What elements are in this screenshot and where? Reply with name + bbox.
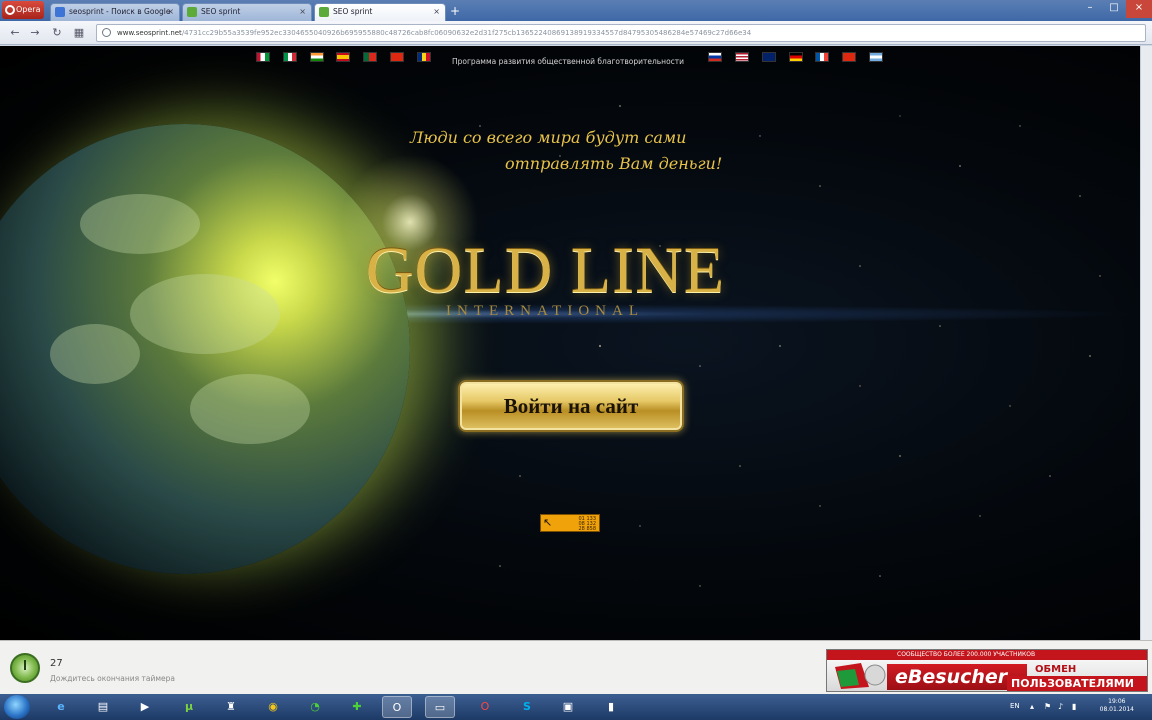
planet-cloud [130, 274, 280, 354]
planet-cloud [50, 324, 140, 384]
back-icon[interactable]: ← [8, 26, 22, 40]
ad-strip-text: СООБЩЕСТВО БОЛЕЕ 200.000 УЧАСТНИКОВ [827, 650, 1147, 660]
flag-pt-icon[interactable] [363, 52, 377, 62]
window-app-icon[interactable]: ▭ [425, 696, 455, 718]
flag-gb-icon[interactable] [762, 52, 776, 62]
web-page: Программа развития общественной благотво… [0, 46, 1140, 640]
tab-close-icon[interactable]: × [299, 4, 306, 20]
tab-close-icon[interactable]: × [433, 4, 440, 20]
explorer-window-icon[interactable]: ▣ [553, 696, 583, 718]
enter-site-button[interactable]: Войти на сайт [458, 380, 684, 432]
page-scrollbar[interactable] [1140, 46, 1152, 640]
site-info-icon[interactable] [102, 28, 111, 37]
flag-ar-icon[interactable] [869, 52, 883, 62]
new-tab-button[interactable]: + [450, 4, 460, 18]
clock-time: 19:06 [1108, 698, 1126, 705]
tab-label: SEO sprint [333, 7, 373, 16]
flag-cn-icon[interactable] [390, 52, 404, 62]
tab-label: SEO sprint [201, 7, 241, 16]
ad-brand: eBesucher [887, 664, 1027, 690]
slogan-line-2: отправлять Вам деньги! [505, 154, 723, 173]
language-indicator[interactable]: EN [1010, 702, 1020, 710]
terminal-icon[interactable]: ▮ [596, 696, 626, 718]
planet-cloud [190, 374, 310, 444]
windows-taskbar: e ▤ ▶ µ ♜ ◉ ◔ ✚ O ▭ O S ▣ ▮ EN ▴ ⚑ ♪ ▮ 1… [0, 694, 1152, 720]
ad-line-1: ОБМЕН [1035, 664, 1077, 675]
reload-icon[interactable]: ↻ [50, 26, 64, 40]
flag-cn2-icon[interactable] [842, 52, 856, 62]
system-tray: EN ▴ ⚑ ♪ ▮ 19:06 08.01.2014 [1002, 694, 1152, 720]
counter-value: 28 858 [578, 526, 597, 532]
ebesucher-banner[interactable]: СООБЩЕСТВО БОЛЕЕ 200.000 УЧАСТНИКОВ eBes… [826, 649, 1148, 692]
chrome-icon[interactable]: ◉ [258, 696, 288, 718]
visitor-counter[interactable]: ↖ 01 133 08 132 28 858 [540, 514, 600, 532]
flag-es-icon[interactable] [336, 52, 350, 62]
flag-fr-icon[interactable] [815, 52, 829, 62]
opera-red-icon[interactable]: O [470, 696, 500, 718]
url-field[interactable]: www.seosprint.net/4731cc29b55a3539fe952e… [96, 24, 1146, 42]
program-text: Программа развития общественной благотво… [452, 57, 685, 66]
clock-app-icon[interactable]: ◔ [300, 696, 330, 718]
clock-icon [10, 653, 40, 683]
arrow-up-left-icon: ↖ [543, 516, 553, 529]
slogan-line-1: Люди со всего мира будут сами [410, 128, 687, 147]
volume-icon[interactable]: ♪ [1058, 702, 1063, 711]
forward-icon[interactable]: → [28, 26, 42, 40]
url-path: /4731cc29b55a3539fe952ec3304655040926b69… [181, 29, 752, 37]
utorrent-icon[interactable]: µ [174, 696, 204, 718]
ad-line-2: ПОЛЬЗОВАТЕЛЯМИ [1007, 676, 1147, 691]
tab-close-icon[interactable]: × [167, 4, 174, 20]
opera-menu-button[interactable]: Opera [2, 1, 44, 19]
puzzle-icon[interactable]: ✚ [342, 696, 372, 718]
flag-ro-icon[interactable] [417, 52, 431, 62]
maximize-icon[interactable]: □ [1102, 0, 1126, 18]
flag-us-icon[interactable] [735, 52, 749, 62]
timer-value: 27 [50, 658, 63, 669]
minimize-icon[interactable]: – [1078, 0, 1102, 18]
tab-label: seosprint - Поиск в Google [69, 7, 171, 16]
robot-icon[interactable]: ♜ [216, 696, 246, 718]
speed-dial-icon[interactable]: ▦ [72, 26, 86, 40]
opera-menu-label: Opera [16, 5, 41, 14]
ie-icon[interactable]: e [46, 696, 76, 718]
seosprint-favicon-icon [187, 7, 197, 17]
address-bar: ← → ↻ ▦ www.seosprint.net/4731cc29b55a35… [0, 21, 1152, 45]
media-player-icon[interactable]: ▶ [130, 696, 160, 718]
logo-subtitle: INTERNATIONAL [446, 303, 644, 319]
timer-message: Дождитесь окончания таймера [50, 674, 175, 683]
ebesucher-logo-icon [835, 663, 886, 689]
language-flags: Программа развития общественной благотво… [0, 52, 1140, 66]
gold-line-logo: GOLD LINE [366, 234, 726, 307]
flag-in-icon[interactable] [310, 52, 324, 62]
url-host: www.seosprint.net [117, 29, 182, 37]
network-icon[interactable]: ▮ [1072, 702, 1076, 711]
flag-ae-icon[interactable] [256, 52, 270, 62]
flag-de-icon[interactable] [789, 52, 803, 62]
tab-google[interactable]: seosprint - Поиск в Google × [50, 3, 180, 21]
skype-icon[interactable]: S [512, 696, 542, 718]
tray-arrow-icon[interactable]: ▴ [1030, 702, 1034, 711]
flag-it-icon[interactable] [283, 52, 297, 62]
google-favicon-icon [55, 7, 65, 17]
opera-icon [5, 5, 15, 15]
start-button[interactable] [4, 695, 30, 719]
tab-seosprint-active[interactable]: SEO sprint × [314, 3, 446, 21]
planet-cloud [80, 194, 200, 254]
folder-icon[interactable]: ▤ [88, 696, 118, 718]
tab-strip: Opera seosprint - Поиск в Google × SEO s… [0, 0, 1152, 21]
clock-date: 08.01.2014 [1099, 706, 1134, 713]
seosprint-favicon-icon [319, 7, 329, 17]
opera-taskbar-icon[interactable]: O [382, 696, 412, 718]
flag-ru-icon[interactable] [708, 52, 722, 62]
flag-tray-icon[interactable]: ⚑ [1044, 702, 1051, 711]
tray-clock[interactable]: 19:06 08.01.2014 [1100, 698, 1134, 714]
close-window-icon[interactable]: × [1126, 0, 1152, 18]
tab-seosprint-1[interactable]: SEO sprint × [182, 3, 312, 21]
